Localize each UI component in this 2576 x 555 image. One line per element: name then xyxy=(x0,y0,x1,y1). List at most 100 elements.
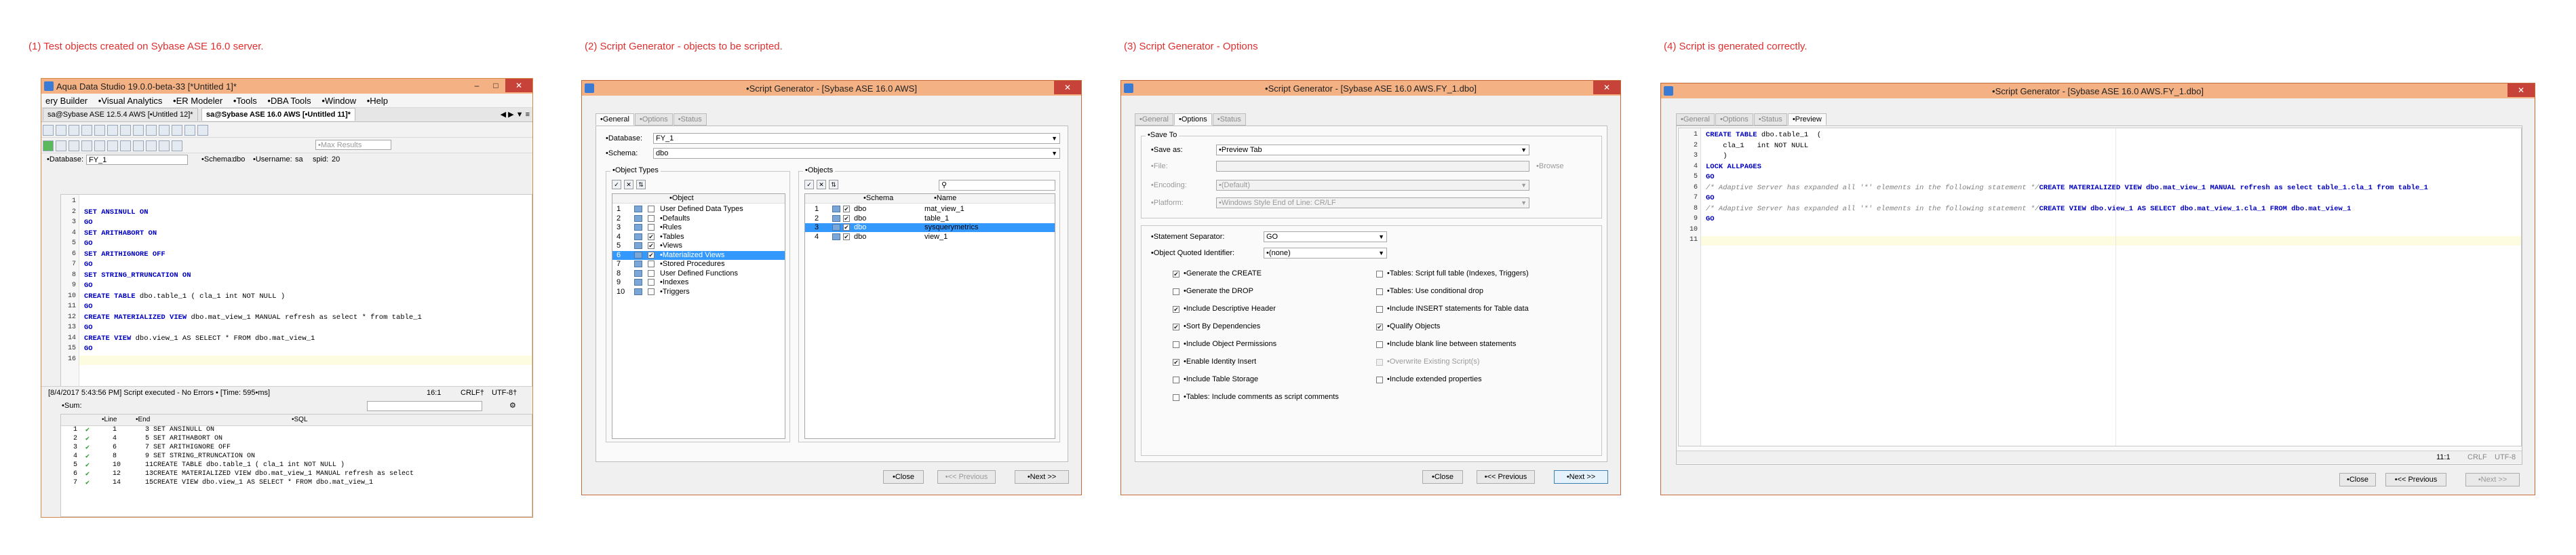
explain-icon[interactable] xyxy=(81,140,92,151)
format-icon[interactable] xyxy=(197,125,208,136)
tab-options[interactable]: •Options xyxy=(635,113,673,126)
tab-options[interactable]: •Options xyxy=(1174,113,1212,126)
tab-untitled-11[interactable]: sa@Sybase ASE 16.0 AWS [•Untitled 11]* xyxy=(201,108,355,121)
table-row[interactable]: 1 ✔ 1 3 SET ANSINULL ON xyxy=(61,426,532,435)
save-icon[interactable] xyxy=(69,125,79,136)
close-button[interactable]: •Close xyxy=(883,470,924,484)
invert-check-icon[interactable]: ⇅ xyxy=(829,180,838,189)
tab-status[interactable]: •Status xyxy=(1212,113,1246,126)
undo-icon[interactable] xyxy=(133,125,144,136)
tab-general[interactable]: •General xyxy=(596,113,634,126)
database-select[interactable]: FY_1 xyxy=(86,155,188,165)
redo-icon[interactable] xyxy=(146,125,157,136)
object-type-checkbox[interactable] xyxy=(648,214,655,222)
object-type-checkbox[interactable] xyxy=(648,288,655,295)
object-type-checkbox[interactable] xyxy=(648,206,655,212)
list-item[interactable]: 4 ✔ dbo view_1 xyxy=(805,233,1055,242)
tab-general[interactable]: •General xyxy=(1676,113,1715,126)
close-button[interactable]: •Close xyxy=(1422,470,1463,484)
sql-editor[interactable]: 1 2 SET ANSINULL ON 3 GO 4 SET ARITHABORT ON 5 G… xyxy=(60,194,532,387)
object-types-list[interactable]: •Object 1 User Defined Data Types 2 •Defaul… xyxy=(612,193,785,439)
stop-icon[interactable] xyxy=(69,140,79,151)
previous-button[interactable]: •<< Previous xyxy=(2385,473,2446,486)
list-item[interactable]: 2 ✔ dbo table_1 xyxy=(805,214,1055,223)
option-checkbox[interactable] xyxy=(1173,377,1179,383)
options-icon[interactable] xyxy=(172,140,182,151)
object-type-checkbox[interactable] xyxy=(648,269,655,277)
option-checkbox[interactable]: ✔ xyxy=(1173,271,1179,278)
object-column-header[interactable]: •Object xyxy=(669,194,694,202)
check-all-icon[interactable]: ✓ xyxy=(804,180,814,189)
encoding-select[interactable]: •(Default) ▼ xyxy=(1216,180,1529,191)
object-type-checkbox[interactable]: ✔ xyxy=(648,242,655,249)
check-all-icon[interactable]: ✓ xyxy=(612,180,621,189)
dialog-close-button[interactable]: ✕ xyxy=(2507,83,2535,97)
tab-scroll-icons[interactable]: ◀ ▶ ▼ ≡ xyxy=(501,110,530,119)
list-item[interactable]: 8 User Defined Functions xyxy=(612,269,785,278)
results-filter-input[interactable] xyxy=(367,401,482,411)
previous-button[interactable]: •<< Previous xyxy=(1477,470,1535,484)
option-checkbox[interactable] xyxy=(1376,359,1383,366)
uncheck-all-icon[interactable]: ✕ xyxy=(624,180,633,189)
max-results-input[interactable]: •Max Results xyxy=(315,140,391,150)
paste-icon[interactable] xyxy=(120,125,131,136)
grid-icon[interactable] xyxy=(94,140,105,151)
statement-separator-select[interactable]: GO ▼ xyxy=(1264,231,1387,242)
option-checkbox[interactable]: ✔ xyxy=(1173,306,1179,313)
text-icon[interactable] xyxy=(107,140,118,151)
tab-status[interactable]: •Status xyxy=(673,113,707,126)
object-type-checkbox[interactable]: ✔ xyxy=(648,251,655,259)
object-type-checkbox[interactable] xyxy=(648,279,655,286)
list-item[interactable]: 10 •Triggers xyxy=(612,288,785,296)
results-grid[interactable]: •Line •End •SQL 1 ✔ 1 3 SET ANSINULL ON 2 ✔ 4 5 S… xyxy=(60,414,532,517)
option-checkbox[interactable] xyxy=(1173,341,1179,348)
save-as-select[interactable]: •Preview Tab ▼ xyxy=(1216,145,1529,155)
find-icon[interactable] xyxy=(159,125,170,136)
menu-help[interactable]: •Help xyxy=(363,94,392,106)
previous-button[interactable]: •<< Previous xyxy=(937,470,996,484)
dialog-close-button[interactable]: ✕ xyxy=(1593,81,1620,94)
option-checkbox[interactable] xyxy=(1173,394,1179,401)
table-row[interactable]: 2 ✔ 4 5 SET ARITHABORT ON xyxy=(61,435,532,444)
script-preview-editor[interactable]: 1 CREATE TABLE dbo.table_1 (2 cla_1 int N… xyxy=(1678,128,2522,446)
tab-preview[interactable]: •Preview xyxy=(1787,113,1827,126)
col-line[interactable]: •Line xyxy=(102,416,117,423)
list-item[interactable]: 1 ✔ dbo mat_view_1 xyxy=(805,205,1055,214)
menu-query-builder[interactable]: ery Builder xyxy=(41,94,92,106)
next-button[interactable]: •Next >> xyxy=(1015,470,1069,484)
close-button[interactable]: •Close xyxy=(2339,473,2376,486)
print-icon[interactable] xyxy=(81,125,92,136)
option-checkbox[interactable] xyxy=(1376,288,1383,295)
tab-untitled-12[interactable]: sa@Sybase ASE 12.5.4 AWS [•Untitled 12]* xyxy=(43,108,198,121)
execute-current-icon[interactable] xyxy=(56,140,66,151)
list-item[interactable]: 4 ✔ •Tables xyxy=(612,233,785,242)
copy-icon[interactable] xyxy=(107,125,118,136)
quoted-identifier-select[interactable]: •(none) ▼ xyxy=(1264,248,1387,259)
list-item[interactable]: 5 ✔ •Views xyxy=(612,242,785,250)
next-button[interactable]: •Next >> xyxy=(2465,473,2520,486)
object-type-checkbox[interactable] xyxy=(648,224,655,231)
table-row[interactable]: 4 ✔ 8 9 SET STRING_RTRUNCATION ON xyxy=(61,453,532,461)
schema-column-header[interactable]: •Schema xyxy=(863,194,893,202)
tab-options[interactable]: •Options xyxy=(1715,113,1753,126)
replace-icon[interactable] xyxy=(172,125,182,136)
object-type-checkbox[interactable] xyxy=(648,261,655,267)
list-item[interactable]: 9 •Indexes xyxy=(612,278,785,287)
invert-check-icon[interactable]: ⇅ xyxy=(636,180,646,189)
object-checkbox[interactable]: ✔ xyxy=(843,224,850,231)
objects-list[interactable]: •Schema •Name 1 ✔ dbo mat_view_1 2 ✔ dbo table_… xyxy=(804,193,1055,439)
platform-select[interactable]: •Windows Style End of Line: CR/LF ▼ xyxy=(1216,197,1529,208)
new-icon[interactable] xyxy=(43,125,54,136)
table-row[interactable]: 5 ✔ 10 11 CREATE TABLE dbo.table_1 ( cla_1 i… xyxy=(61,461,532,470)
object-checkbox[interactable]: ✔ xyxy=(843,214,850,222)
cut-icon[interactable] xyxy=(94,125,105,136)
col-end[interactable]: •End xyxy=(136,416,150,423)
next-button[interactable]: •Next >> xyxy=(1554,470,1608,484)
table-row[interactable]: 6 ✔ 12 13 CREATE MATERIALIZED VIEW dbo.mat_v… xyxy=(61,470,532,479)
option-checkbox[interactable] xyxy=(1376,306,1383,313)
menu-window[interactable]: •Window xyxy=(317,94,360,106)
list-item[interactable]: 3 •Rules xyxy=(612,223,785,232)
dialog-close-button[interactable]: ✕ xyxy=(1054,81,1081,94)
object-checkbox[interactable]: ✔ xyxy=(843,233,850,240)
results-filter-icon[interactable]: ⚙ xyxy=(509,401,516,410)
